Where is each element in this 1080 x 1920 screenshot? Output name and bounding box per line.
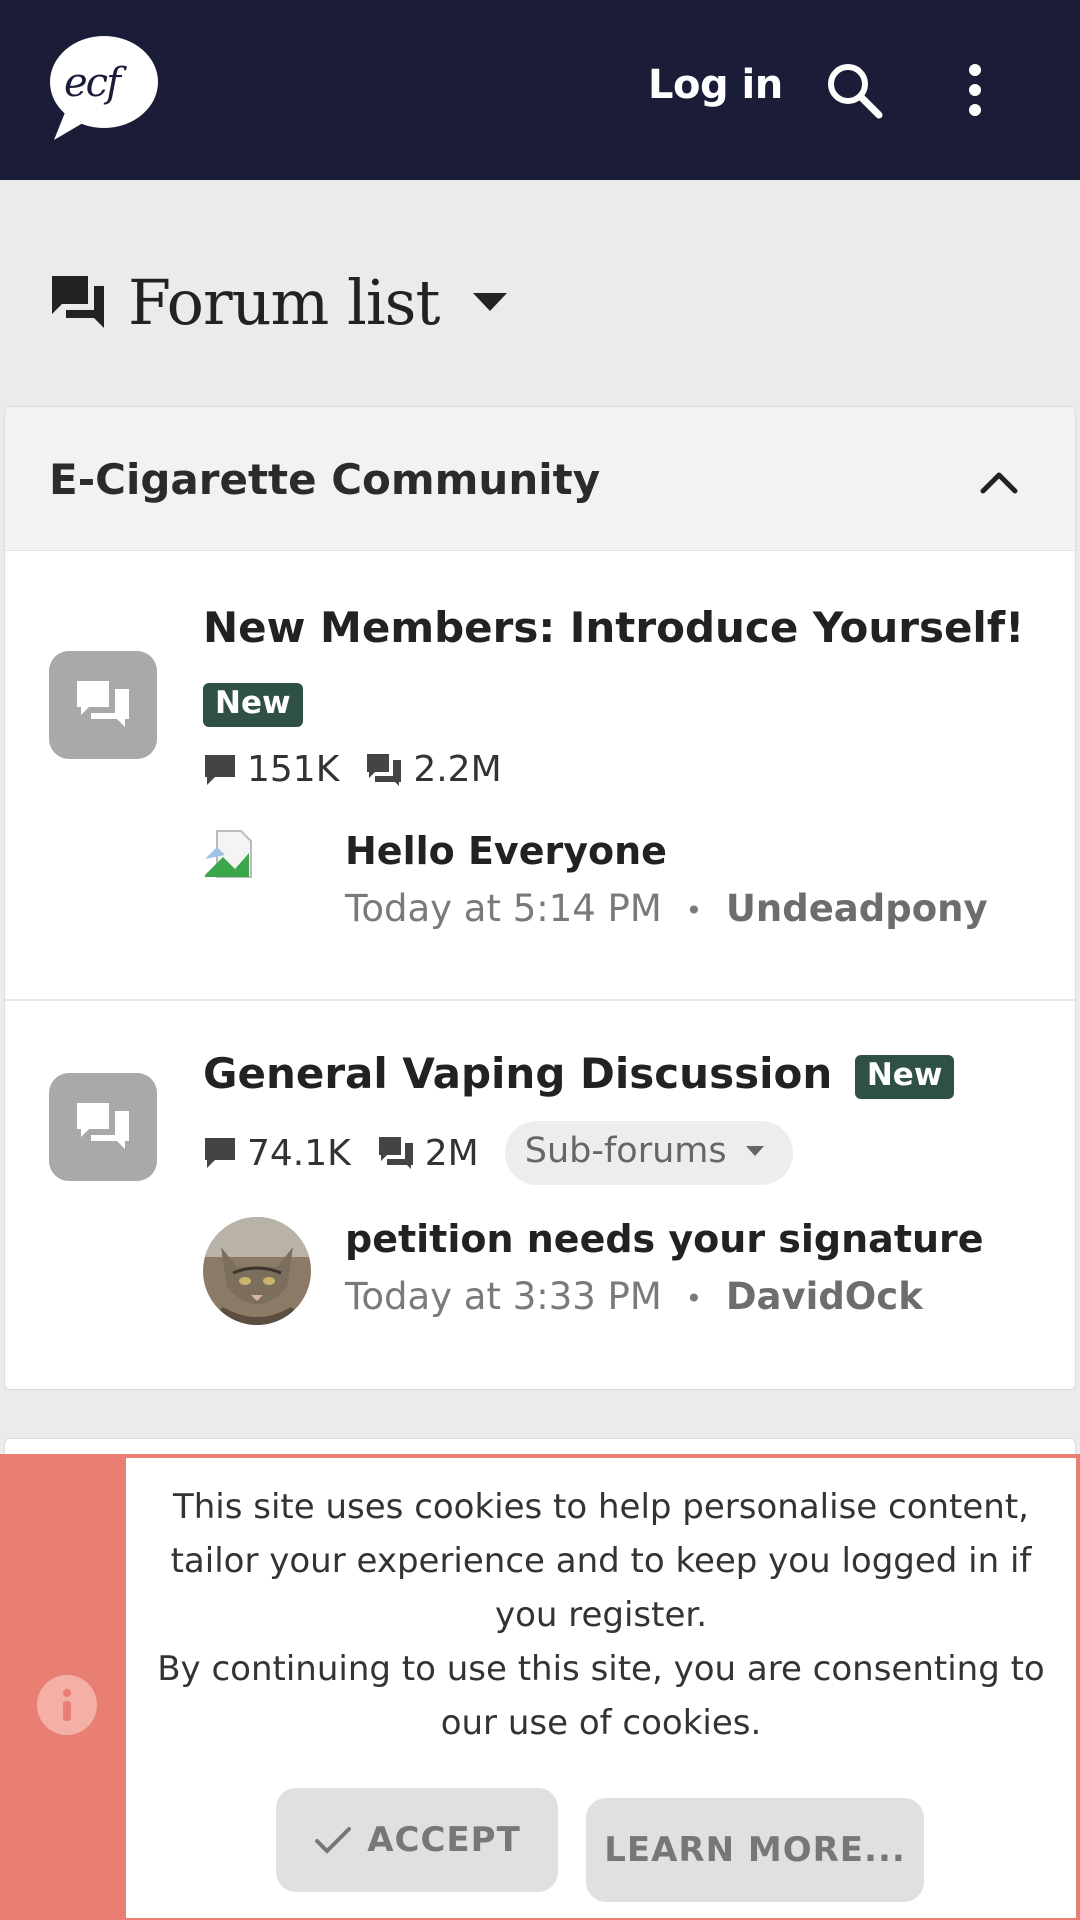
search-icon[interactable] [822, 58, 886, 122]
learn-more-label: LEARN MORE... [604, 1830, 906, 1870]
messages-stat: 2M [377, 1133, 479, 1174]
subforums-label: Sub-forums [524, 1131, 727, 1171]
last-post-meta: Today at 5:14 PM • Undeadpony [345, 887, 988, 930]
last-post-time[interactable]: Today at 3:33 PM [345, 1275, 662, 1318]
login-link[interactable]: Log in [648, 62, 783, 108]
caret-down-icon[interactable] [471, 291, 509, 313]
new-badge: New [854, 1054, 955, 1099]
meta-separator: • [685, 894, 703, 927]
site-logo[interactable]: ecf [44, 32, 162, 144]
caret-down-icon [745, 1146, 764, 1156]
threads-icon [205, 1138, 235, 1168]
cookie-panel: This site uses cookies to help personali… [126, 1458, 1076, 1918]
last-post-time[interactable]: Today at 5:14 PM [345, 887, 662, 930]
accept-label: ACCEPT [367, 1820, 521, 1860]
forum-node: General Vaping Discussion New 74.1K 2M S… [5, 1003, 1075, 1389]
broken-image-icon[interactable] [203, 829, 311, 937]
last-post-user[interactable]: Undeadpony [726, 887, 988, 930]
last-post-meta: Today at 3:33 PM • DavidOck [345, 1275, 923, 1318]
last-post-title[interactable]: Hello Everyone [345, 829, 667, 873]
forum-node-title[interactable]: New Members: Introduce Yourself! [203, 603, 1024, 652]
threads-count: 151K [247, 749, 340, 790]
cookie-notice: This site uses cookies to help personali… [0, 1454, 1080, 1920]
accept-button[interactable]: ACCEPT [276, 1788, 558, 1892]
messages-count: 2.2M [413, 749, 502, 790]
forum-icon [48, 272, 108, 332]
forum-stats: 74.1K 2M Sub-forums [203, 1121, 793, 1185]
cookie-message-line2: By continuing to use this site, you are … [157, 1649, 1045, 1743]
messages-count: 2M [424, 1132, 479, 1174]
forum-node-title[interactable]: General Vaping Discussion [203, 1049, 832, 1098]
logo-text: ecf [64, 60, 121, 106]
meta-separator: • [685, 1282, 703, 1315]
top-bar: ecf Log in [0, 0, 1080, 180]
chevron-up-icon[interactable] [975, 463, 1023, 499]
more-vertical-icon[interactable] [955, 58, 995, 122]
messages-stat: 2.2M [365, 749, 502, 790]
cookie-message: This site uses cookies to help personali… [126, 1480, 1076, 1750]
user-avatar[interactable] [203, 1217, 311, 1325]
threads-count: 74.1K [247, 1132, 351, 1174]
forum-node-icon[interactable] [49, 1073, 157, 1181]
forum-node-title-row: General Vaping Discussion New [203, 1049, 955, 1099]
last-post-title[interactable]: petition needs your signature [345, 1217, 984, 1261]
cookie-message-line1: This site uses cookies to help personali… [170, 1487, 1032, 1635]
new-badge: New [203, 682, 303, 727]
page-title-row[interactable]: Forum list [48, 262, 509, 342]
threads-icon [205, 754, 235, 785]
forum-node: New Members: Introduce Yourself! New 151… [5, 553, 1075, 1001]
messages-icon [378, 1137, 413, 1169]
threads-stat: 151K [203, 749, 339, 790]
forum-stats: 151K 2.2M [203, 749, 528, 790]
messages-icon [367, 753, 402, 786]
check-icon [315, 1827, 352, 1854]
category-header[interactable]: E-Cigarette Community [5, 407, 1075, 551]
category-title[interactable]: E-Cigarette Community [49, 455, 600, 504]
category-block: E-Cigarette Community New Members: Intro… [4, 406, 1076, 1390]
threads-stat: 74.1K [203, 1133, 351, 1174]
learn-more-button[interactable]: LEARN MORE... [586, 1798, 924, 1902]
subforums-dropdown[interactable]: Sub-forums [504, 1121, 793, 1185]
forum-node-icon[interactable] [49, 651, 157, 759]
last-post-user[interactable]: DavidOck [726, 1275, 923, 1318]
page-title: Forum list [128, 265, 440, 339]
info-icon [36, 1674, 98, 1736]
